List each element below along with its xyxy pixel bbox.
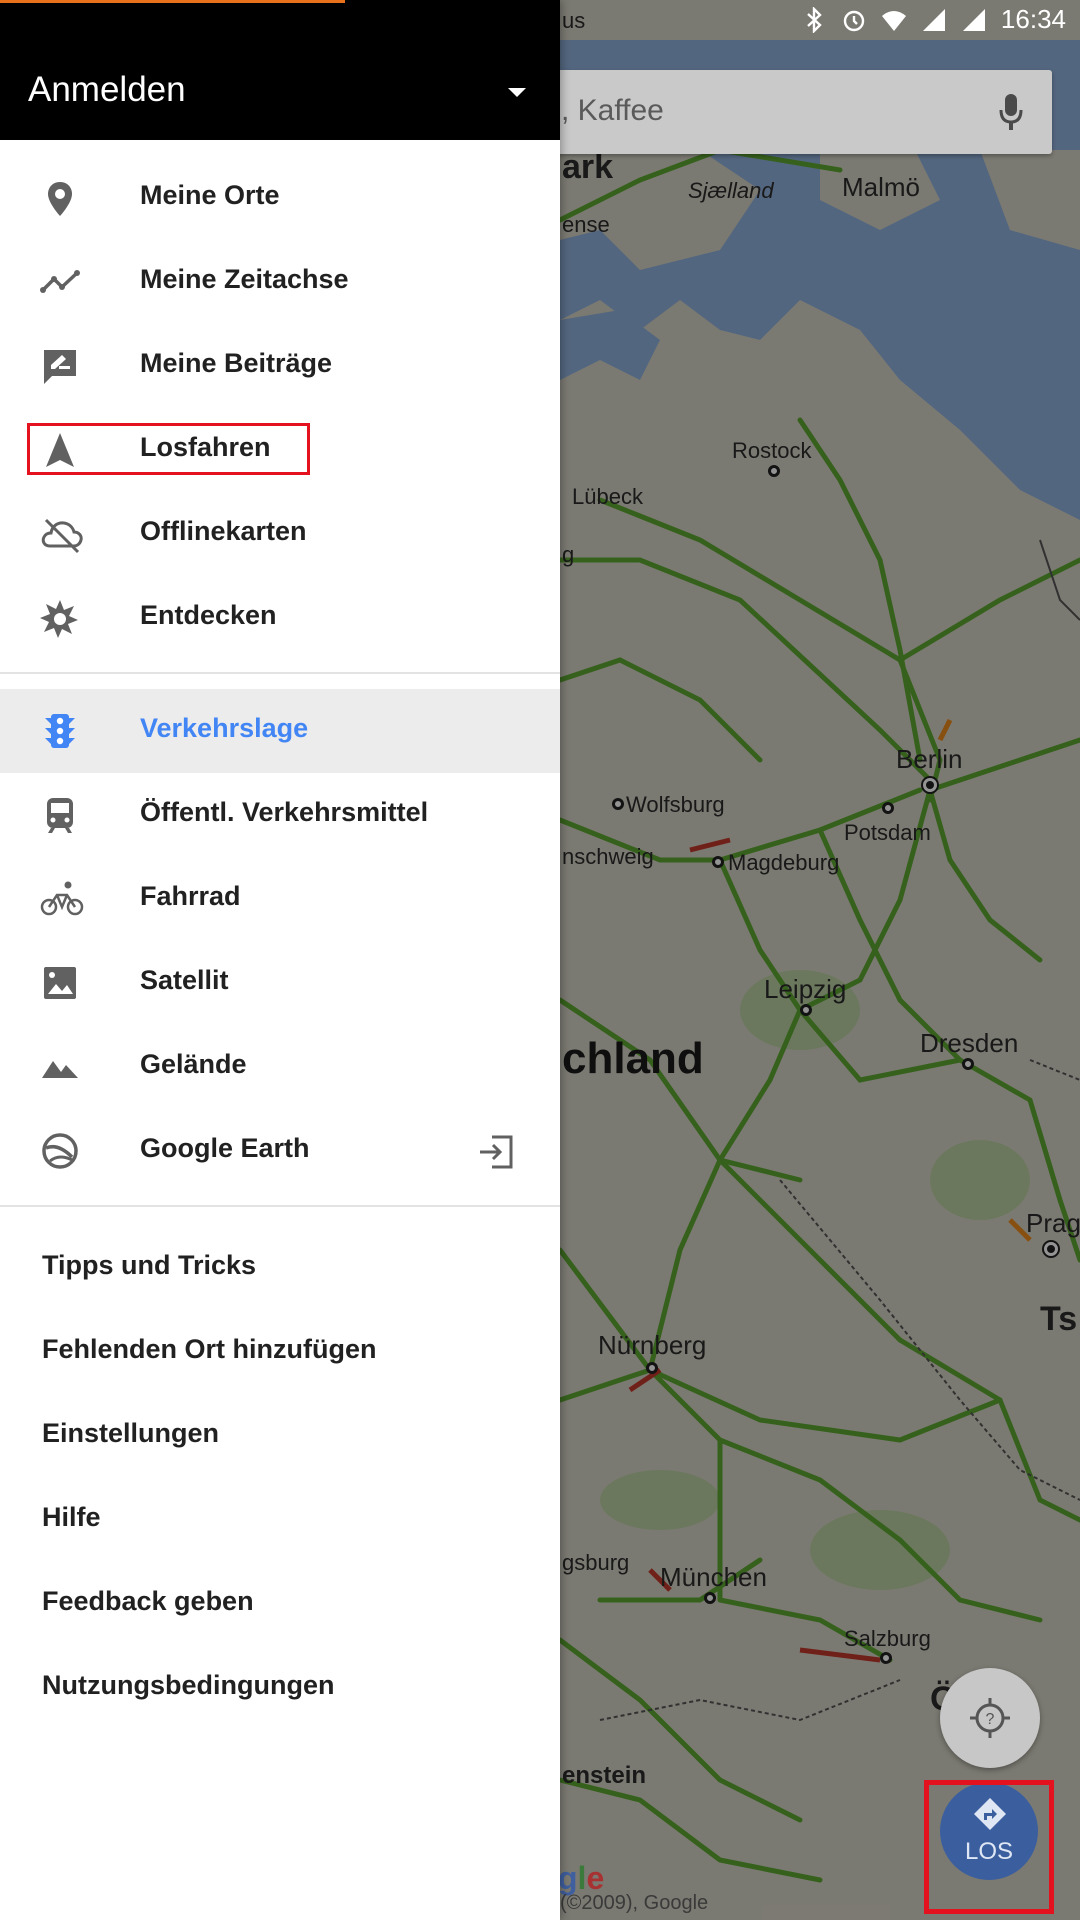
los-highlight-box [924,1780,1054,1914]
menu-item-oeffentl-verkehrsmittel[interactable]: Öffentl. Verkehrsmittel [0,773,560,857]
menu-item-google-earth[interactable]: Google Earth [0,1109,560,1193]
explore-icon [40,598,80,638]
traffic-icon [40,711,80,751]
wifi-icon [881,10,906,31]
bike-icon [40,879,84,919]
my-location-button[interactable]: ? [940,1668,1040,1768]
sign-in-title: Anmelden [28,70,186,109]
menu-item-label: Meine Orte [140,180,280,210]
losfahren-highlight-box [27,423,310,475]
menu-item-satellit[interactable]: Satellit [0,941,560,1025]
link-tipps-und-tricks[interactable]: Tipps und Tricks [42,1250,256,1281]
status-bar: 16:34 [0,0,1080,44]
terrain-icon [40,1047,80,1087]
link-feedback-geben[interactable]: Feedback geben [42,1586,254,1617]
link-hilfe[interactable]: Hilfe [42,1502,101,1533]
menu-item-verkehrslage[interactable]: Verkehrslage [0,689,560,773]
microphone-icon[interactable] [998,92,1024,137]
menu-item-label: Verkehrslage [140,713,309,743]
menu-item-label: Entdecken [140,600,277,630]
navigation-drawer: Anmelden Meine Orte Meine Zeitachse Mein… [0,0,560,1920]
signal-icon [922,8,945,31]
earth-icon [40,1131,80,1171]
menu-item-offlinekarten[interactable]: Offlinekarten [0,492,560,576]
menu-item-label: Meine Beiträge [140,348,333,378]
link-nutzungsbedingungen[interactable]: Nutzungsbedingungen [42,1670,334,1701]
menu-item-entdecken[interactable]: Entdecken [0,576,560,660]
menu-item-label: Fahrrad [140,881,241,911]
menu-item-meine-beitraege[interactable]: Meine Beiträge [0,324,560,408]
signal-icon-2 [962,8,985,31]
account-dropdown-icon[interactable] [508,88,526,97]
link-fehlenden-ort-hinzufuegen[interactable]: Fehlenden Ort hinzufügen [42,1334,376,1365]
open-external-icon [478,1135,514,1174]
contributions-icon [40,346,80,386]
menu-item-label: Öffentl. Verkehrsmittel [140,797,429,827]
transit-icon [40,795,80,835]
menu-item-gelaende[interactable]: Gelände [0,1025,560,1109]
timeline-icon [40,262,80,302]
location-target-icon: ? [970,1698,1010,1738]
menu-item-fahrrad[interactable]: Fahrrad [0,857,560,941]
alarm-icon [843,10,865,31]
map-copyright: (©2009), Google [560,1892,709,1914]
satellite-icon [40,963,80,1003]
divider [0,672,560,674]
menu-item-label: Offlinekarten [140,516,307,546]
menu-item-meine-zeitachse[interactable]: Meine Zeitachse [0,240,560,324]
menu-item-label: Satellit [140,965,229,995]
svg-text:?: ? [986,1711,995,1728]
clock-time: 16:34 [1000,4,1066,34]
divider [0,1205,560,1207]
link-einstellungen[interactable]: Einstellungen [42,1418,219,1449]
bluetooth-icon [807,6,822,33]
place-pin-icon [40,178,80,218]
search-placeholder: s, Kaffee [546,94,664,127]
menu-item-label: Google Earth [140,1133,310,1163]
menu-item-meine-orte[interactable]: Meine Orte [0,156,560,240]
menu-item-label: Gelände [140,1049,247,1079]
cloud-off-icon [40,514,83,554]
menu-item-label: Meine Zeitachse [140,264,349,294]
